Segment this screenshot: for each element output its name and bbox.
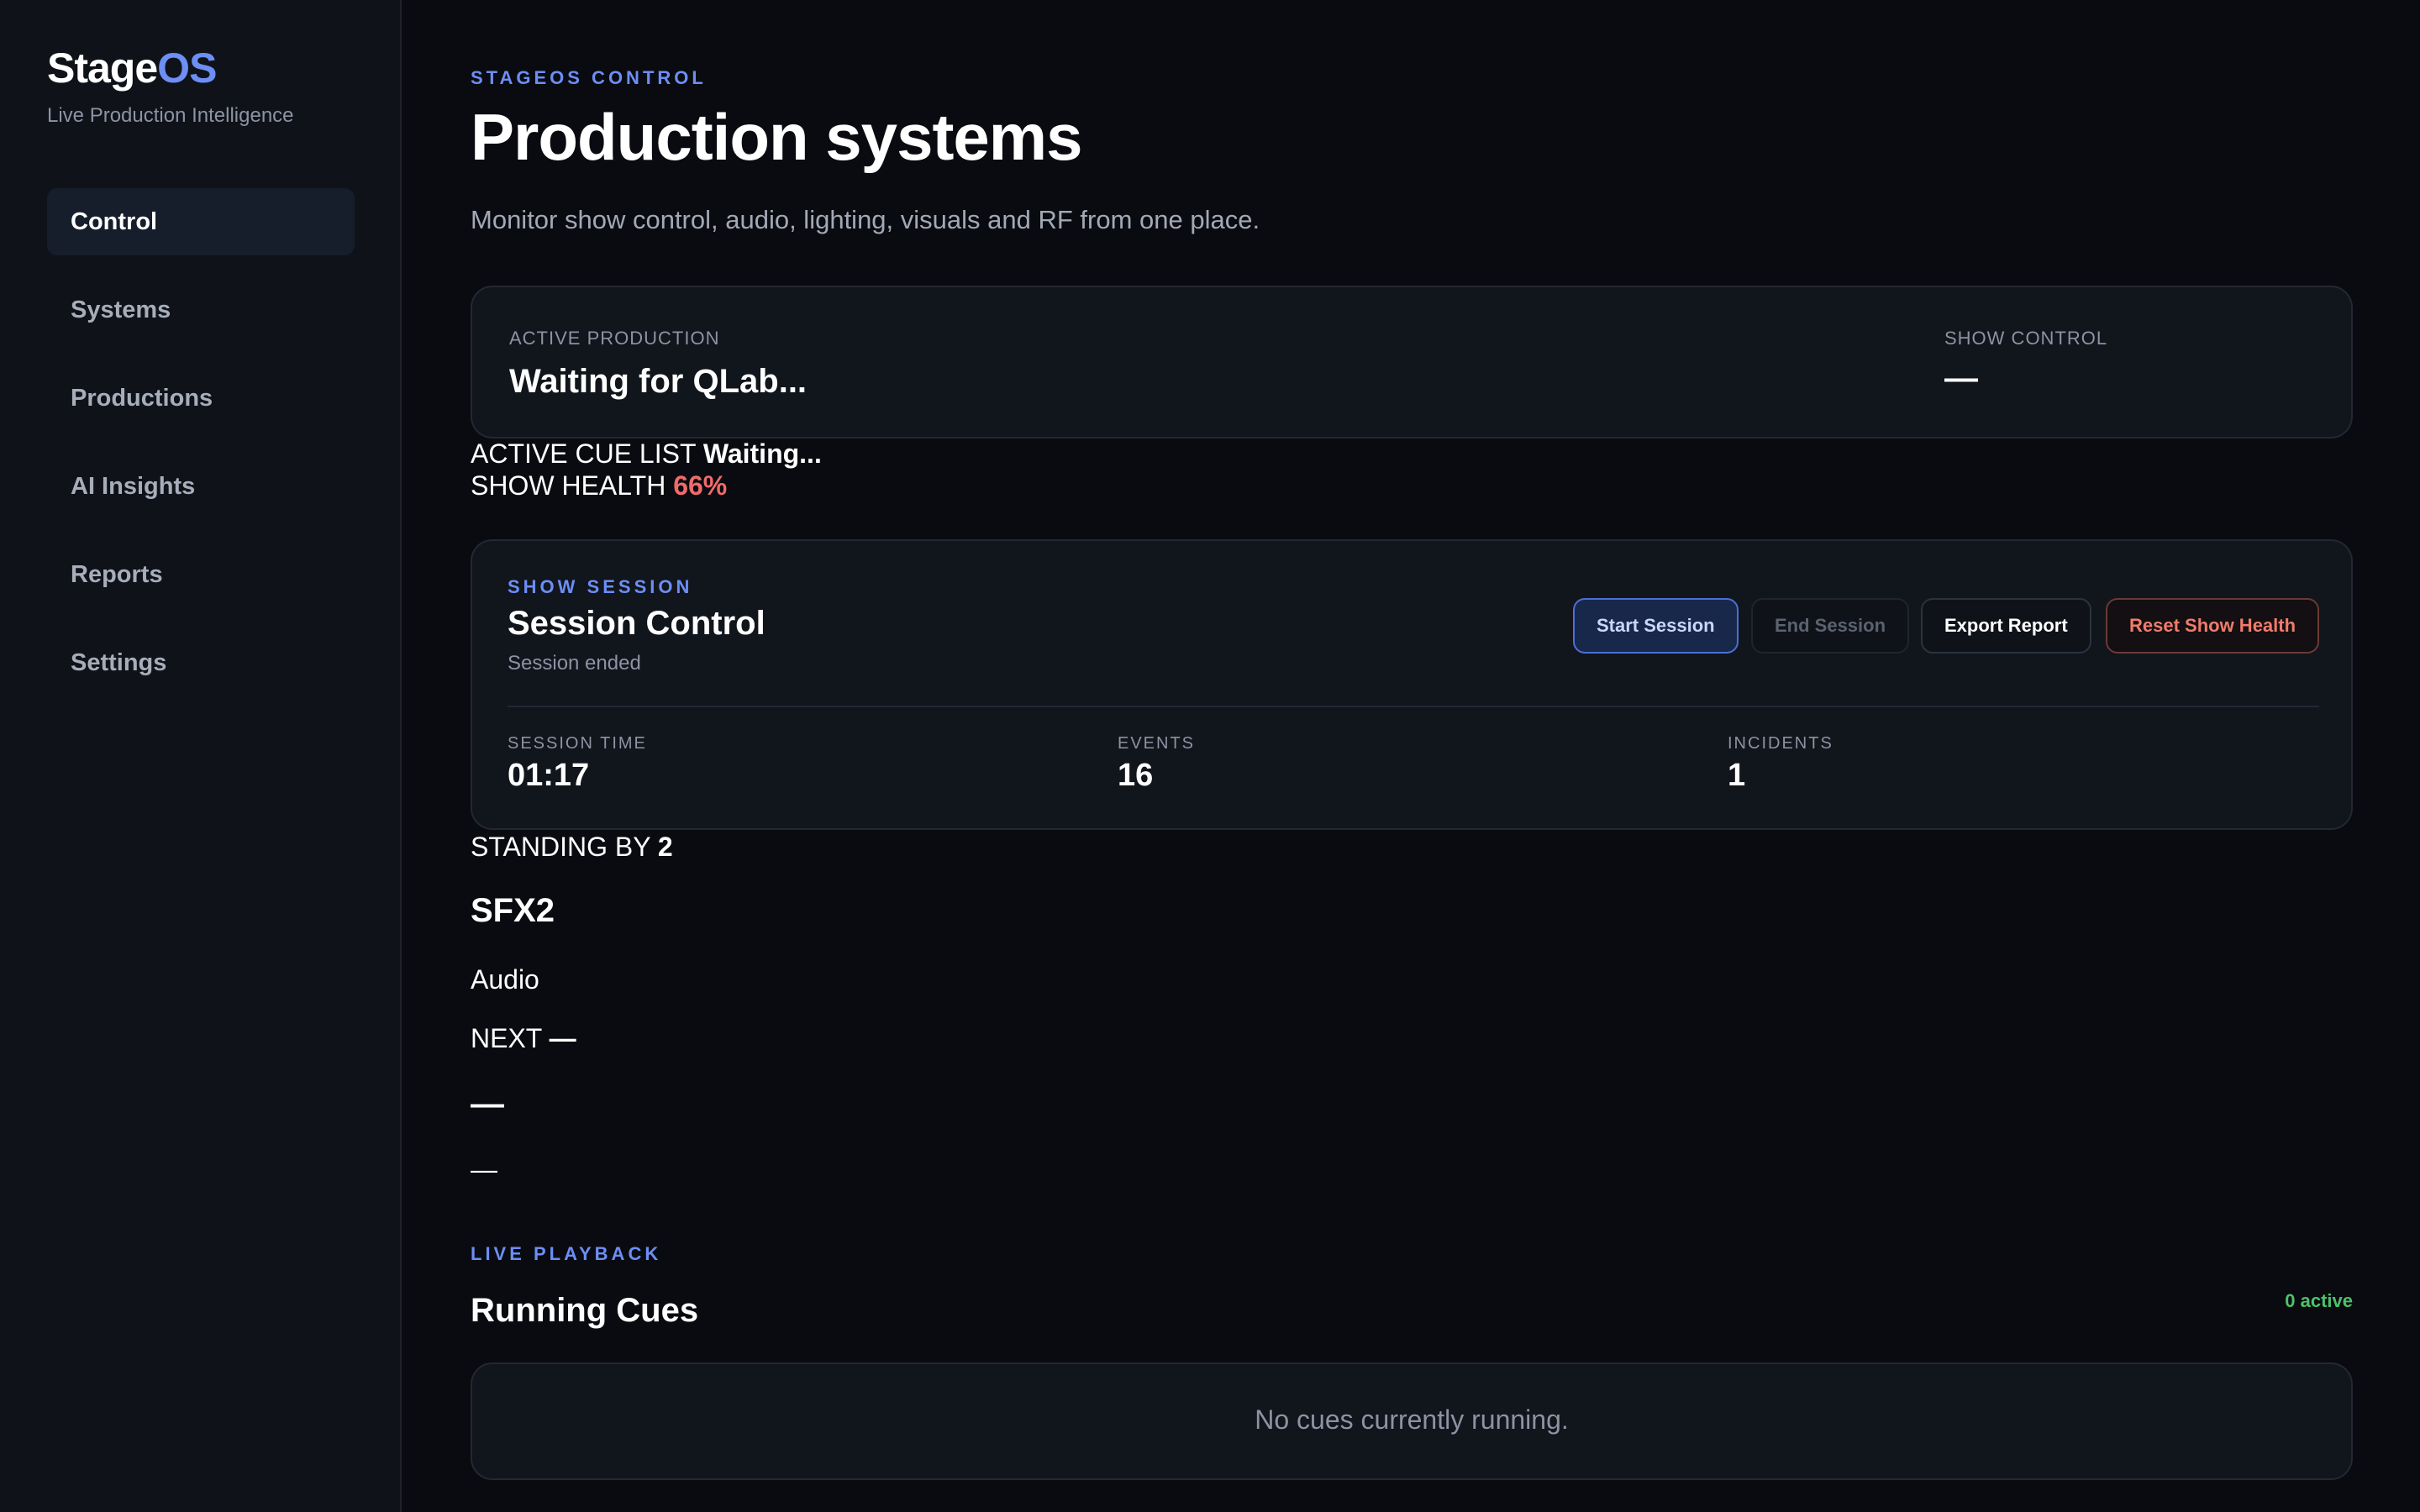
standing-by: STANDING BY 2 <box>471 832 673 863</box>
standing-by-value: 2 <box>657 832 673 862</box>
show-health: SHOW HEALTH 66% <box>471 470 727 501</box>
start-session-button[interactable]: Start Session <box>1573 598 1739 654</box>
brand-subtitle: Live Production Intelligence <box>47 104 294 127</box>
next-cue: NEXT — <box>471 1023 576 1054</box>
standing-by-label: STANDING BY <box>471 832 650 862</box>
sidebar: StageOS Live Production Intelligence Con… <box>0 0 402 1512</box>
sidebar-item-systems[interactable]: Systems <box>47 276 355 344</box>
show-control-label: SHOW CONTROL <box>1944 328 2108 349</box>
standby-cue-type: Audio <box>471 964 539 995</box>
live-playback-eyebrow: LIVE PLAYBACK <box>471 1243 662 1264</box>
session-control-card: SHOW SESSION Session Control Session end… <box>471 539 2353 830</box>
next-cue-type: — <box>471 1154 497 1184</box>
sidebar-item-control[interactable]: Control <box>47 188 355 255</box>
active-cue-list-value: Waiting... <box>702 438 822 469</box>
next-value: — <box>549 1023 576 1053</box>
sidebar-item-reports[interactable]: Reports <box>47 541 355 608</box>
sidebar-item-productions[interactable]: Productions <box>47 365 355 432</box>
events-value: 16 <box>1118 758 1154 793</box>
sidebar-nav: Control Systems Productions AI Insights … <box>47 188 355 717</box>
session-status: Session ended <box>508 652 641 675</box>
session-eyebrow: SHOW SESSION <box>508 576 693 597</box>
active-cue-list: ACTIVE CUE LIST Waiting... <box>471 438 822 470</box>
page-description: Monitor show control, audio, lighting, v… <box>471 205 1260 234</box>
incidents-value: 1 <box>1728 758 1746 793</box>
brand-logo[interactable]: StageOS <box>47 44 217 92</box>
next-cue-name: — <box>471 1085 504 1122</box>
events-label: EVENTS <box>1118 734 1196 753</box>
active-cue-list-label: ACTIVE CUE LIST <box>471 438 696 469</box>
active-production-label: ACTIVE PRODUCTION <box>509 328 720 349</box>
show-health-value: 66% <box>673 470 728 501</box>
session-time-label: SESSION TIME <box>508 734 647 753</box>
export-report-button[interactable]: Export Report <box>1921 598 2091 654</box>
brand-name-os: OS <box>157 45 217 92</box>
page-eyebrow: STAGEOS CONTROL <box>471 67 707 88</box>
divider <box>508 706 2319 707</box>
show-control-value: — <box>1944 360 1978 396</box>
show-health-label: SHOW HEALTH <box>471 470 666 501</box>
running-cues-panel: No cues currently running. <box>471 1362 2353 1480</box>
sidebar-item-ai-insights[interactable]: AI Insights <box>47 453 355 520</box>
brand-name-stage: Stage <box>47 45 158 92</box>
active-count-badge: 0 active <box>2285 1290 2353 1311</box>
active-production-value: Waiting for QLab... <box>509 363 808 400</box>
next-label: NEXT <box>471 1023 542 1053</box>
empty-state-text: No cues currently running. <box>1255 1404 1569 1435</box>
sidebar-item-settings[interactable]: Settings <box>47 629 355 696</box>
running-cues-title: Running Cues <box>471 1292 699 1329</box>
session-title: Session Control <box>508 605 765 642</box>
page-title: Production systems <box>471 100 1083 174</box>
session-time-value: 01:17 <box>508 758 590 793</box>
end-session-button[interactable]: End Session <box>1751 598 1910 654</box>
reset-show-health-button[interactable]: Reset Show Health <box>2106 598 2320 654</box>
standby-cue-name: SFX2 <box>471 892 555 929</box>
incidents-label: INCIDENTS <box>1728 734 1833 753</box>
production-card: ACTIVE PRODUCTION Waiting for QLab... SH… <box>471 286 2353 438</box>
